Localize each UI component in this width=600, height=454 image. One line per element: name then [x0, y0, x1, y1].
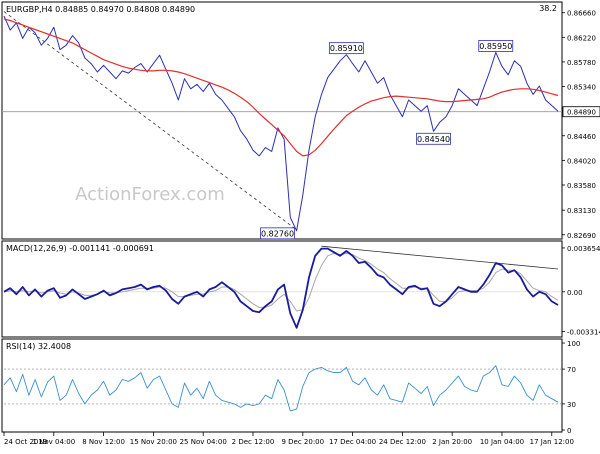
watermark: ActionForex.com — [75, 184, 225, 205]
current-price-label: 0.84890 — [567, 109, 596, 117]
rsi-tick-label-3: 0 — [567, 427, 571, 435]
time-tick-label-1: 1 Nov 04:00 — [32, 438, 75, 446]
rsi-panel-title: RSI(14) 32.4008 — [6, 342, 71, 351]
price-corner-value: 38.2 — [539, 4, 557, 13]
time-tick-label-6: 9 Dec 20:00 — [281, 438, 324, 446]
price-tick-label-8: 0.83130 — [567, 207, 596, 215]
time-tick-label-7: 17 Dec 04:00 — [329, 438, 376, 446]
macd-tick-label-2: -0.003314 — [567, 329, 600, 337]
chart-container: ActionForex.com 0.85910 0.85950 0.84540 0.8… — [0, 0, 600, 450]
time-tick-label-8: 24 Dec 12:00 — [379, 438, 426, 446]
rsi-tick-label-1: 70 — [567, 366, 576, 374]
price-annotation-label-0: 0.85910 — [330, 44, 363, 53]
macd-tick-label-1: 0.00 — [567, 289, 583, 297]
macd-panel-title: MACD(12,26,9) -0.001141 -0.000691 — [6, 244, 154, 253]
time-tick-label-11: 17 Jan 12:00 — [530, 438, 574, 446]
price-tick-label-3: 0.85340 — [567, 84, 596, 92]
price-tick-label-1: 0.86220 — [567, 34, 596, 42]
price-tick-label-6: 0.84020 — [567, 157, 596, 165]
time-tick-label-3: 15 Nov 20:00 — [130, 438, 177, 446]
rsi-tick-label-2: 30 — [567, 401, 576, 409]
time-tick-label-4: 25 Nov 04:00 — [180, 438, 227, 446]
price-annotation-label-3: 0.82760 — [261, 229, 294, 238]
chart-canvas: ActionForex.com 0.85910 0.85950 0.84540 0.8… — [1, 1, 600, 446]
macd-panel-frame — [1, 240, 563, 338]
price-panel-title: EURGBP,H4 0.84885 0.84970 0.84808 0.8489… — [6, 5, 195, 14]
price-tick-label-5: 0.84460 — [567, 133, 596, 141]
time-tick-label-2: 8 Nov 12:00 — [82, 438, 125, 446]
macd-tick-label-0: 0.003654 — [567, 245, 600, 253]
rsi-tick-label-0: 100 — [567, 340, 580, 348]
time-tick-label-5: 2 Dec 12:00 — [232, 438, 275, 446]
time-tick-label-10: 10 Jan 04:00 — [480, 438, 524, 446]
price-tick-label-7: 0.83580 — [567, 182, 596, 190]
price-tick-label-9: 0.82690 — [567, 232, 596, 240]
price-annotation-label-1: 0.85950 — [479, 42, 512, 51]
price-tick-label-2: 0.85780 — [567, 59, 596, 67]
rsi-panel-frame — [1, 338, 563, 433]
price-annotation-label-2: 0.84540 — [417, 135, 450, 144]
time-tick-label-9: 2 Jan 20:00 — [432, 438, 472, 446]
price-tick-label-0: 0.86660 — [567, 10, 596, 18]
